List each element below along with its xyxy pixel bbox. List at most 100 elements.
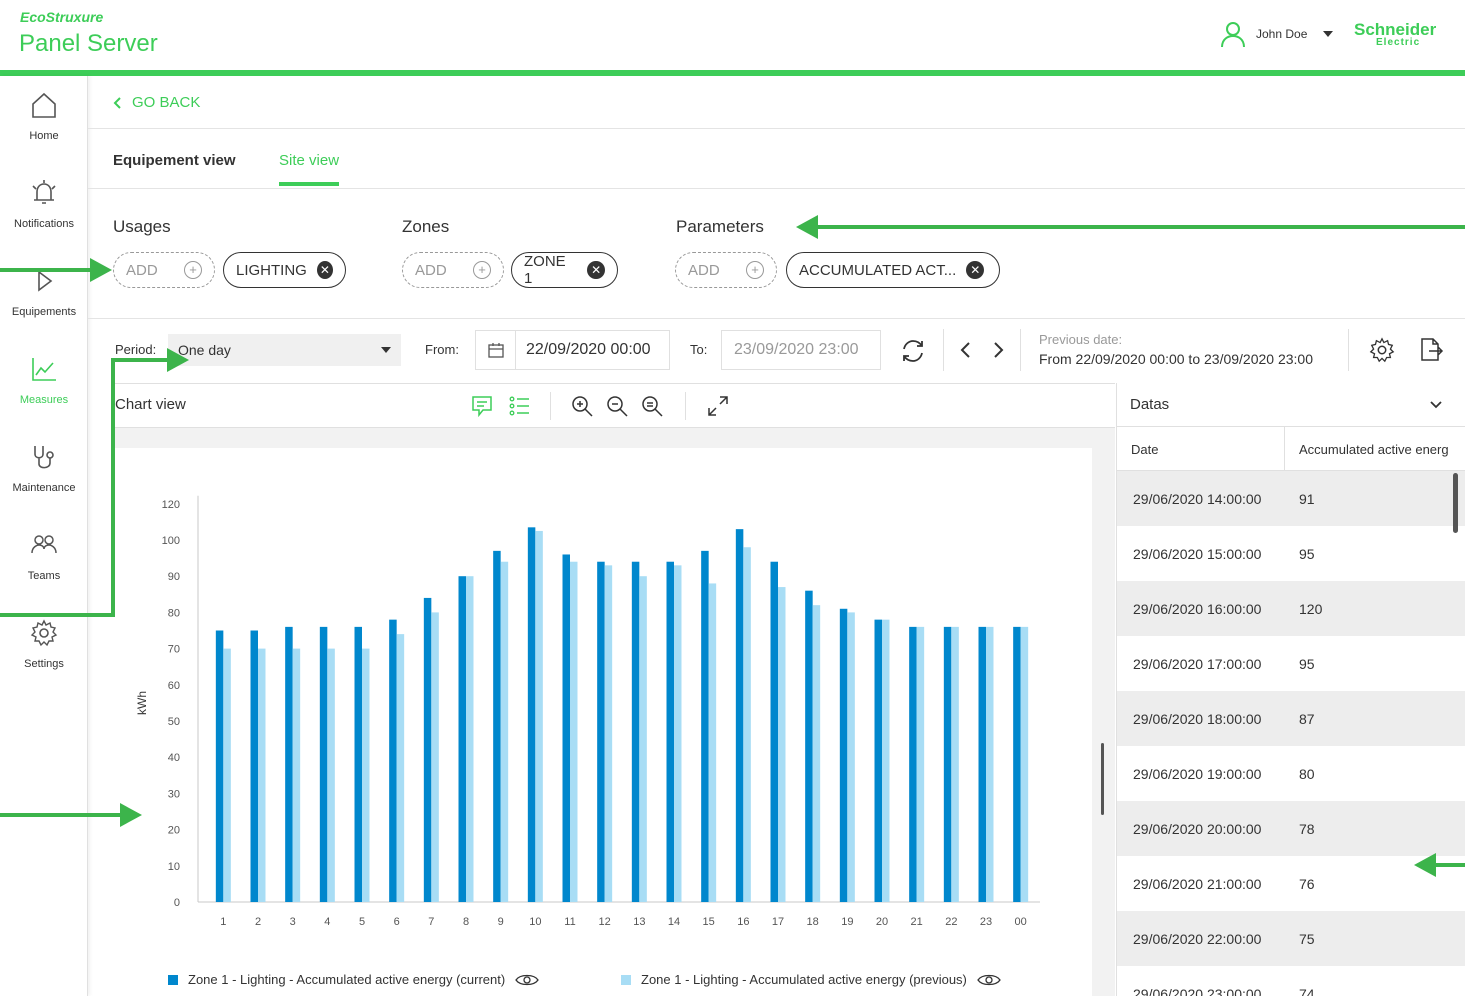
y-tick-label: 90 (168, 571, 180, 583)
bar-previous (500, 561, 509, 902)
parameters-add-button[interactable]: ADD + (675, 252, 777, 288)
stethoscope-icon (34, 446, 54, 469)
zones-add-button[interactable]: ADD + (402, 252, 504, 288)
period-select[interactable]: One day (168, 334, 401, 366)
bar-previous (604, 565, 613, 902)
bar-current (458, 576, 466, 902)
divider (550, 392, 551, 420)
bar-current (666, 561, 674, 902)
x-tick-label: 13 (633, 916, 645, 928)
legend-swatch (621, 974, 631, 985)
cell-value: 74 (1299, 986, 1315, 996)
zoom-in-icon[interactable] (570, 394, 594, 418)
usage-tag-lighting: LIGHTING ✕ (223, 252, 346, 288)
legend-swatch (168, 974, 178, 985)
eye-icon[interactable] (515, 973, 540, 987)
bar-previous (986, 626, 994, 902)
table-row: 29/06/2020 21:00:00 76 (1117, 856, 1465, 911)
sidebar-item-notifications[interactable]: Notifications (0, 164, 88, 252)
panel-splitter-handle[interactable] (1101, 743, 1104, 815)
sidebar-item-equipements[interactable]: Equipements (0, 252, 88, 340)
cell-value: 87 (1299, 711, 1315, 727)
bar-previous (396, 634, 405, 902)
usages-add-button[interactable]: ADD + (113, 252, 215, 288)
go-back-link[interactable]: GO BACK (112, 94, 200, 111)
bar-previous (327, 648, 335, 902)
x-tick-label: 00 (1015, 916, 1027, 928)
zoom-reset-icon[interactable] (640, 394, 664, 418)
plus-circle-icon: + (473, 261, 491, 279)
data-panel-header[interactable]: Datas (1117, 383, 1465, 427)
refresh-icon[interactable] (899, 337, 927, 365)
x-tick-label: 18 (807, 916, 819, 928)
sidebar-item-settings[interactable]: Settings (0, 604, 88, 692)
from-date-input[interactable]: 22/09/2020 00:00 (475, 330, 670, 370)
sidebar-item-maintenance[interactable]: Maintenance (0, 428, 88, 516)
legend-item-previous[interactable]: Zone 1 - Lighting - Accumulated active e… (621, 972, 1001, 987)
bar-current (631, 561, 640, 902)
x-tick-label: 5 (359, 916, 365, 928)
chart-card: 0 10 20 30 40 50 60 70 80 90 100 120 kWh 1 2 3 4 5 6 7 8 9 10 1… (112, 448, 1092, 996)
to-date-input[interactable]: 23/09/2020 23:00 (721, 330, 881, 370)
tab-site-view[interactable]: Site view (279, 152, 340, 186)
bar-previous (743, 547, 751, 902)
x-tick-label: 10 (529, 916, 541, 928)
schneider-logo: Schneider Electric (1354, 20, 1437, 48)
gear-icon[interactable] (1368, 336, 1396, 364)
chevron-down-icon[interactable] (1428, 397, 1444, 413)
sidebar-item-home[interactable]: Home (0, 76, 88, 164)
table-row: 29/06/2020 19:00:00 80 (1117, 746, 1465, 801)
cell-value: 80 (1299, 766, 1315, 782)
fullscreen-icon[interactable] (706, 394, 730, 418)
legend-item-current[interactable]: Zone 1 - Lighting - Accumulated active e… (168, 972, 540, 987)
sidebar-item-measures[interactable]: Measures (0, 340, 88, 428)
y-tick-label: 80 (168, 607, 180, 619)
bar-current (839, 608, 848, 902)
y-tick-label: 50 (168, 716, 180, 728)
bar-current (215, 630, 224, 902)
bar-current (389, 619, 397, 902)
chart-line-icon (32, 358, 56, 381)
bar-current (874, 619, 882, 902)
x-tick-label: 21 (911, 916, 923, 928)
calendar-icon[interactable] (476, 330, 516, 370)
y-tick-label: 40 (168, 752, 180, 764)
x-tick-label: 9 (498, 916, 504, 928)
bar-previous (847, 612, 855, 902)
bar-previous (812, 605, 821, 902)
comment-icon[interactable] (470, 394, 494, 418)
list-icon[interactable] (508, 394, 532, 418)
table-row: 29/06/2020 15:00:00 95 (1117, 526, 1465, 581)
bar-chart: 0102030405060708090100120kWh1 2 3 4 5 6 7 8 9 10 1… (135, 495, 1040, 928)
sidebar-item-teams[interactable]: Teams (0, 516, 88, 604)
user-menu[interactable]: John Doe (1220, 20, 1334, 48)
x-tick-label: 20 (876, 916, 888, 928)
previous-date-value: From 22/09/2020 00:00 to 23/09/2020 23:0… (1039, 351, 1313, 367)
zoom-out-icon[interactable] (605, 394, 629, 418)
x-tick-label: 8 (463, 916, 469, 928)
team-icon (31, 535, 57, 554)
chevron-right-icon[interactable] (990, 340, 1006, 360)
remove-tag-icon[interactable]: ✕ (966, 261, 985, 279)
data-panel-title: Datas (1130, 396, 1170, 413)
bar-previous (535, 530, 543, 902)
scrollbar-thumb[interactable] (1453, 473, 1458, 533)
remove-tag-icon[interactable]: ✕ (316, 261, 333, 279)
bar-current (319, 626, 328, 902)
remove-tag-icon[interactable]: ✕ (587, 261, 605, 279)
cell-date: 29/06/2020 23:00:00 (1133, 986, 1262, 996)
annotation-arrowhead (796, 215, 818, 239)
eye-icon[interactable] (977, 973, 1001, 987)
bell-icon (32, 180, 56, 204)
brand-ecostruxure: EcoStruxure (20, 9, 104, 25)
table-row: 29/06/2020 14:00:00 91 (1117, 471, 1465, 526)
cell-date: 29/06/2020 17:00:00 (1133, 656, 1262, 672)
chart-panel: Chart view 0 10 20 30 40 50 60 70 80 90 100 120 kWh 1… (112, 383, 1115, 996)
export-icon[interactable] (1417, 336, 1445, 364)
cell-date: 29/06/2020 18:00:00 (1133, 711, 1262, 727)
tab-equipement-view[interactable]: Equipement view (113, 152, 236, 169)
divider (88, 128, 1465, 129)
x-tick-label: 6 (394, 916, 400, 928)
plus-circle-icon: + (746, 261, 764, 279)
chevron-left-icon[interactable] (958, 340, 974, 360)
